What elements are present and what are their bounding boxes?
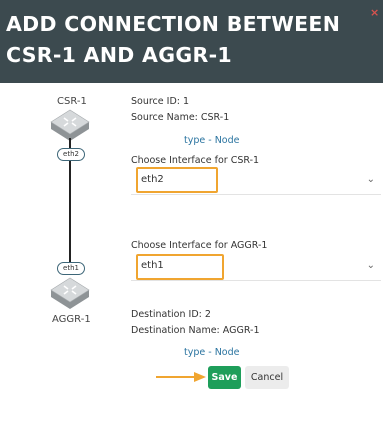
- dest-node-label: AGGR-1: [52, 314, 91, 325]
- dest-type: type - Node: [184, 347, 240, 358]
- cancel-button[interactable]: Cancel: [245, 366, 289, 389]
- source-name: Source Name: CSR-1: [131, 112, 230, 123]
- source-interface-highlight: [136, 167, 218, 193]
- router-icon: [50, 277, 90, 309]
- dialog-title: ADD CONNECTION BETWEEN CSR-1 AND AGGR-1: [6, 9, 340, 71]
- save-button[interactable]: Save: [208, 366, 241, 389]
- chevron-down-icon: ⌄: [366, 260, 375, 271]
- dialog-title-line-1: ADD CONNECTION BETWEEN: [6, 12, 341, 36]
- dest-interface-highlight: [136, 254, 224, 280]
- source-type: type - Node: [184, 135, 240, 146]
- source-interface-label: Choose Interface for CSR-1: [131, 155, 260, 166]
- dest-name: Destination Name: AGGR-1: [131, 325, 260, 336]
- arrow-right-icon: [156, 372, 206, 382]
- dialog-header: ADD CONNECTION BETWEEN CSR-1 AND AGGR-1 …: [0, 0, 383, 83]
- close-icon[interactable]: ×: [370, 6, 379, 19]
- source-node-label: CSR-1: [57, 96, 87, 107]
- source-id: Source ID: 1: [131, 96, 190, 107]
- chevron-down-icon: ⌄: [366, 174, 375, 185]
- dest-interface-label: Choose Interface for AGGR-1: [131, 240, 268, 251]
- dest-port-badge: eth1: [57, 262, 85, 275]
- router-icon: [50, 109, 90, 141]
- dialog-title-line-2: CSR-1 AND AGGR-1: [6, 43, 232, 67]
- source-port-badge: eth2: [57, 148, 85, 161]
- dest-id: Destination ID: 2: [131, 309, 211, 320]
